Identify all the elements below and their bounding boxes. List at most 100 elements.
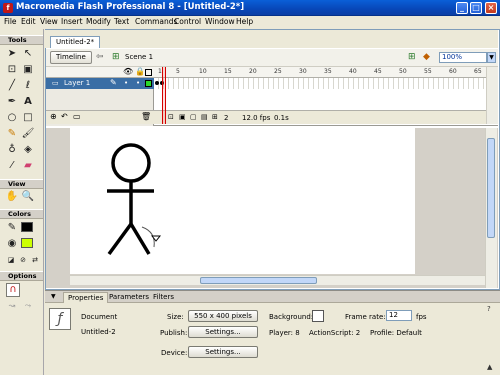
insert-layer-icon[interactable]: ⊕ — [50, 112, 57, 121]
menu-view[interactable]: View — [40, 17, 58, 26]
size-button[interactable]: 550 x 400 pixels — [188, 310, 258, 322]
menu-commands[interactable]: Commands — [135, 17, 177, 26]
expand-icon[interactable]: ▲ — [487, 363, 497, 373]
title-bar: f Macromedia Flash Professional 8 - [Unt… — [0, 0, 500, 16]
outline-color-icon[interactable] — [145, 80, 152, 87]
edit-symbols-icon[interactable]: ◆ — [423, 52, 430, 62]
stick-figure[interactable] — [70, 128, 415, 274]
menu-control[interactable]: Control — [174, 17, 201, 26]
publish-settings-button[interactable]: Settings... — [188, 326, 258, 338]
snap-magnet-icon[interactable]: ∩ — [6, 283, 20, 297]
subselect-tool-icon[interactable]: ↖ — [21, 47, 35, 61]
stroke-color-icon[interactable]: ✎ — [5, 221, 19, 235]
background-label: Background: — [269, 313, 314, 321]
menu-insert[interactable]: Insert — [61, 17, 83, 26]
edit-bar: Timeline ⇦ ⊞ Scene 1 ⊞ ◆ 100% ▼ — [46, 49, 498, 67]
edit-scene-icon[interactable]: ⊞ — [408, 52, 416, 62]
scroll-thumb[interactable] — [487, 138, 495, 238]
size-label: Size: — [167, 313, 184, 321]
menu-modify[interactable]: Modify — [86, 17, 111, 26]
zoom-select[interactable]: 100% — [439, 52, 487, 63]
help-icon[interactable]: ? — [487, 305, 497, 315]
doc-name: Untitled-2 — [81, 328, 116, 336]
timeline-button[interactable]: Timeline — [50, 51, 92, 64]
edit-multiple-icon[interactable]: ▤ — [201, 113, 208, 121]
document-tab[interactable]: Untitled-2* — [50, 36, 101, 48]
menu-text[interactable]: Text — [114, 17, 129, 26]
delete-layer-icon[interactable]: 🗑 — [141, 112, 151, 121]
ruler-label: 30 — [299, 68, 307, 75]
oval-tool-icon[interactable]: ○ — [5, 111, 19, 125]
lock-icon[interactable]: 🔒 — [135, 67, 145, 76]
playhead[interactable] — [162, 67, 166, 124]
ruler-label: 20 — [249, 68, 257, 75]
fill-transform-icon[interactable]: ▣ — [21, 63, 35, 77]
background-color-swatch[interactable] — [312, 310, 324, 322]
frame-ruler[interactable]: 1 5 10 15 20 25 30 35 40 45 50 55 60 65 — [154, 67, 486, 78]
scene-label[interactable]: Scene 1 — [125, 53, 153, 61]
close-button[interactable]: × — [485, 2, 497, 14]
rectangle-tool-icon[interactable]: □ — [21, 111, 35, 125]
maximize-button[interactable]: □ — [470, 2, 482, 14]
layer-row[interactable]: ▭ Layer 1 ✎ • • — [46, 78, 154, 89]
keyframe-marker[interactable] — [155, 81, 159, 85]
zoom-tool-icon[interactable]: 🔍 — [21, 190, 35, 204]
device-settings-button[interactable]: Settings... — [188, 346, 258, 358]
horizontal-scrollbar[interactable] — [70, 275, 485, 285]
back-arrow-icon[interactable]: ⇦ — [96, 52, 104, 62]
outline-icon[interactable] — [145, 69, 152, 76]
fill-color-swatch[interactable] — [21, 238, 33, 248]
minimize-button[interactable]: _ — [456, 2, 468, 14]
layer-frames[interactable] — [154, 78, 486, 89]
add-guide-icon[interactable]: ↶ — [61, 112, 68, 121]
straighten-icon[interactable]: ⤳ — [21, 299, 35, 313]
layer-icon: ▭ — [52, 79, 59, 87]
arrow-tool-icon[interactable]: ➤ — [5, 47, 19, 61]
lock-dot-icon[interactable]: • — [136, 79, 140, 87]
tab-properties[interactable]: Properties — [63, 292, 109, 303]
timeline-scrollbar[interactable] — [486, 67, 498, 124]
lasso-tool-icon[interactable]: ℓ — [21, 79, 35, 93]
stroke-color-swatch[interactable] — [21, 222, 33, 232]
options-heading: Options — [0, 271, 43, 281]
insert-folder-icon[interactable]: ▭ — [73, 112, 81, 121]
eraser-icon[interactable]: ▰ — [21, 159, 35, 173]
menu-window[interactable]: Window — [205, 17, 235, 26]
vertical-scrollbar[interactable] — [485, 128, 497, 288]
ruler-label: 10 — [199, 68, 207, 75]
framerate-input[interactable]: 12 — [386, 310, 412, 321]
eyedropper-icon[interactable]: ⁄ — [5, 159, 19, 173]
eye-icon[interactable]: 👁 — [123, 67, 133, 76]
fill-color-icon[interactable]: ◉ — [5, 237, 19, 251]
menu-edit[interactable]: Edit — [21, 17, 36, 26]
menu-help[interactable]: Help — [236, 17, 253, 26]
smooth-icon[interactable]: ↝ — [5, 299, 19, 313]
brush-tool-icon[interactable]: 🖌 — [21, 127, 35, 141]
tab-parameters[interactable]: Parameters — [105, 292, 153, 303]
scroll-thumb[interactable] — [200, 277, 317, 284]
pen-tool-icon[interactable]: ✒ — [5, 95, 19, 109]
onion-markers-icon[interactable]: ⊞ — [212, 113, 218, 121]
paint-bucket-icon[interactable]: ◈ — [21, 143, 35, 157]
ruler-label: 35 — [324, 68, 332, 75]
visible-dot-icon[interactable]: • — [124, 79, 128, 87]
ink-bottle-icon[interactable]: ♁ — [5, 143, 19, 157]
swap-colors-icon[interactable]: ⇄ — [28, 253, 42, 267]
chevron-down-icon[interactable]: ▼ — [487, 52, 496, 63]
pencil-tool-icon[interactable]: ✎ — [5, 127, 19, 141]
collapse-arrow-icon[interactable]: ▼ — [51, 293, 56, 300]
layer-name[interactable]: Layer 1 — [64, 79, 90, 87]
hand-tool-icon[interactable]: ✋ — [5, 190, 19, 204]
document-type-icon: ƒ — [49, 308, 71, 330]
line-tool-icon[interactable]: ╱ — [5, 79, 19, 93]
tab-filters[interactable]: Filters — [149, 292, 178, 303]
onion-skin-icon[interactable]: ▣ — [179, 113, 186, 121]
center-frame-icon[interactable]: ⊡ — [168, 113, 174, 121]
free-transform-icon[interactable]: ⊡ — [5, 63, 19, 77]
stage[interactable] — [70, 128, 415, 274]
text-tool-icon[interactable]: A — [21, 95, 35, 109]
colors-heading: Colors — [0, 209, 43, 219]
fps-label: fps — [416, 313, 427, 321]
menu-file[interactable]: File — [4, 17, 17, 26]
onion-outline-icon[interactable]: ▢ — [190, 113, 197, 121]
